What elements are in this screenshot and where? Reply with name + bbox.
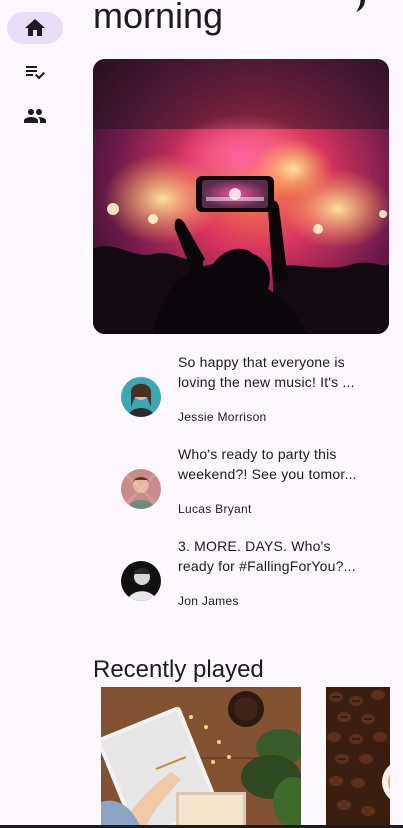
post-text-line2: loving the new music! It's ... <box>178 374 355 390</box>
feed-post[interactable]: Who's ready to party this weekend?! See … <box>93 444 389 520</box>
avatar <box>121 469 161 509</box>
recently-played-card-notebook[interactable] <box>101 687 301 828</box>
navigation-rail <box>0 0 70 828</box>
post-text: Who's ready to party this weekend?! See … <box>178 444 364 484</box>
recently-played-card-coffee[interactable] <box>326 687 390 828</box>
post-text: 3. MORE. DAYS. Who's ready for #FallingF… <box>178 536 364 576</box>
post-author: Lucas Bryant <box>178 502 252 516</box>
avatar <box>121 561 161 601</box>
home-icon <box>25 19 45 36</box>
post-author: Jon James <box>178 594 239 608</box>
greeting-title: morning <box>93 0 224 36</box>
feed-post[interactable]: 3. MORE. DAYS. Who's ready for #FallingF… <box>93 536 389 612</box>
post-text-line2: ready for #FallingForYou?... <box>178 558 356 574</box>
post-text-line1: Who's ready to party this <box>178 446 337 462</box>
people-icon <box>24 109 46 123</box>
moon-icon <box>356 0 365 12</box>
post-author: Jessie Morrison <box>178 410 267 424</box>
rail-item-playlists[interactable] <box>7 56 63 88</box>
post-text-line1: 3. MORE. DAYS. Who's <box>178 538 331 554</box>
feed-post[interactable]: So happy that everyone is loving the new… <box>93 352 389 428</box>
hero-concert-image[interactable] <box>93 59 389 334</box>
playlist-icon <box>26 66 45 80</box>
recently-played-title: Recently played <box>93 656 264 683</box>
post-text-line1: So happy that everyone is <box>178 354 345 370</box>
rail-item-home[interactable] <box>7 12 63 44</box>
rail-item-friends[interactable] <box>7 100 63 132</box>
post-text-line2: weekend?! See you tomor... <box>178 466 357 482</box>
avatar <box>121 377 161 417</box>
post-text: So happy that everyone is loving the new… <box>178 352 364 392</box>
